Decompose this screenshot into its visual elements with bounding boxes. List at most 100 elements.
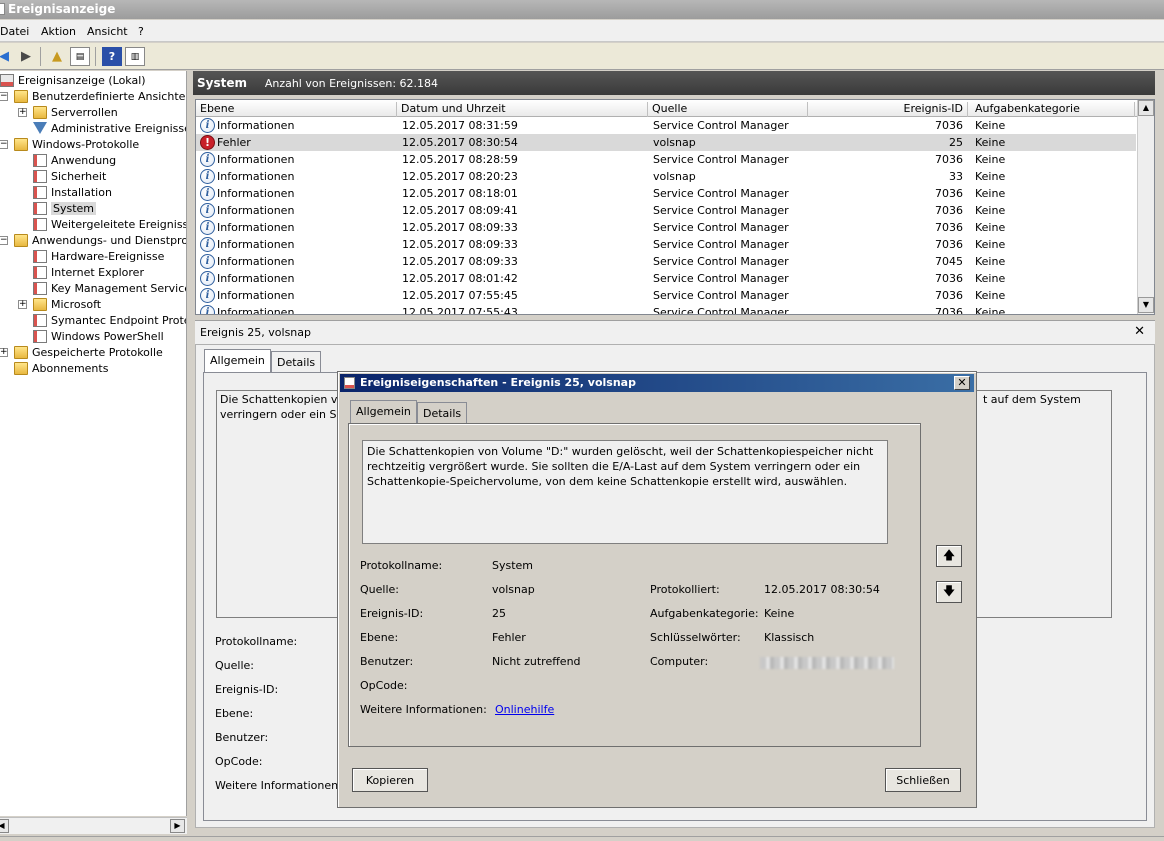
tree-windows-logs[interactable]: Windows-Protokolle (14, 136, 139, 152)
table-row[interactable]: i Informationen 12.05.2017 08:09:33 Service… (196, 236, 1136, 253)
log-icon (33, 217, 47, 231)
collapse-icon[interactable]: − (0, 236, 8, 245)
tree-label: Internet Explorer (51, 265, 144, 279)
tree-label: Serverrollen (51, 105, 118, 119)
cell-level: Informationen (217, 187, 295, 200)
cell-task-category: Keine (975, 238, 1006, 251)
online-help-link[interactable]: Onlinehilfe (495, 703, 554, 716)
value-log-name: System (492, 559, 534, 572)
cell-task-category: Keine (975, 289, 1006, 302)
tree-server-roles[interactable]: Serverrollen (33, 104, 118, 120)
info-icon: i (200, 254, 215, 269)
menu-datei[interactable]: Datei (0, 25, 29, 38)
cell-event-id: 7036 (935, 289, 963, 302)
show-hide-action-pane-icon[interactable]: ▥ (125, 47, 145, 66)
cell-level: Informationen (217, 170, 295, 183)
table-row[interactable]: i Informationen 12.05.2017 08:09:33 Service… (196, 253, 1136, 270)
expand-icon[interactable]: + (18, 300, 27, 309)
column-task-category[interactable]: Aufgabenkategorie (975, 102, 1135, 117)
table-row[interactable]: i Informationen 12.05.2017 07:55:45 Service… (196, 287, 1136, 304)
previous-event-button[interactable]: 🡅 (936, 545, 962, 567)
cell-datetime: 12.05.2017 08:18:01 (402, 187, 518, 200)
scroll-up-icon[interactable]: ▲ (1138, 100, 1154, 116)
dialog-tab-general[interactable]: Allgemein (350, 400, 417, 424)
close-icon[interactable]: ✕ (954, 376, 970, 390)
detail-description-right: t auf dem System (983, 393, 1081, 406)
tree-system[interactable]: System (33, 200, 97, 216)
table-row[interactable]: i Informationen 12.05.2017 08:09:33 Service… (196, 219, 1136, 236)
menu-help[interactable]: ? (138, 25, 144, 38)
console-tree: Ereignisanzeige (Lokal) − Benutzerdefini… (0, 71, 187, 816)
show-hide-tree-icon[interactable]: ▤ (70, 47, 90, 66)
event-list-scrollbar[interactable]: ▲ ▼ (1137, 100, 1154, 314)
cell-datetime: 12.05.2017 08:01:42 (402, 272, 518, 285)
table-row[interactable]: i Informationen 12.05.2017 08:01:42 Service… (196, 270, 1136, 287)
table-row[interactable]: ! Fehler 12.05.2017 08:30:54 volsnap 25 Keine (196, 134, 1136, 151)
tree-application[interactable]: Anwendung (33, 152, 116, 168)
tree-microsoft[interactable]: Microsoft (33, 296, 101, 312)
tree-horizontal-scrollbar[interactable]: ◀ ▶ (0, 817, 187, 834)
event-viewer-app-icon (0, 3, 5, 15)
detail-description-line2: verringern oder ein Sc (220, 408, 343, 421)
value-source: volsnap (492, 583, 535, 596)
collapse-icon[interactable]: − (0, 92, 8, 101)
tree-root[interactable]: Ereignisanzeige (Lokal) (0, 72, 146, 88)
close-button[interactable]: Schließen (885, 768, 961, 792)
tree-label: System (51, 201, 97, 215)
next-event-button[interactable]: 🡇 (936, 581, 962, 603)
back-icon[interactable]: ◀ (0, 47, 14, 66)
tree-symantec[interactable]: Symantec Endpoint Protecti (33, 312, 186, 328)
menu-ansicht[interactable]: Ansicht (87, 25, 128, 38)
tree-saved-logs[interactable]: Gespeicherte Protokolle (14, 344, 163, 360)
tree-hardware[interactable]: Hardware-Ereignisse (33, 248, 164, 264)
table-row[interactable]: i Informationen 12.05.2017 08:31:59 Service… (196, 117, 1136, 134)
tree-custom-views[interactable]: Benutzerdefinierte Ansichten (14, 88, 186, 104)
expand-icon[interactable]: + (0, 348, 8, 357)
table-row[interactable]: i Informationen 12.05.2017 08:18:01 Service… (196, 185, 1136, 202)
detail-tab-general[interactable]: Allgemein (204, 349, 271, 373)
up-folder-icon[interactable]: ▲ (47, 47, 67, 66)
column-source[interactable]: Quelle (652, 102, 808, 117)
scroll-right-icon[interactable]: ▶ (170, 819, 185, 833)
close-icon[interactable]: ✕ (1134, 324, 1145, 339)
collapse-icon[interactable]: − (0, 140, 8, 149)
detail-tab-details[interactable]: Details (271, 351, 322, 373)
tree-security[interactable]: Sicherheit (33, 168, 106, 184)
tree-subscriptions[interactable]: Abonnements (14, 360, 108, 376)
tree-powershell[interactable]: Windows PowerShell (33, 328, 164, 344)
info-icon: i (200, 118, 215, 133)
tree-forwarded[interactable]: Weitergeleitete Ereignisse (33, 216, 186, 232)
column-event-id[interactable]: Ereignis-ID (808, 102, 968, 117)
toolbar: ◀ ▶ ▲ ▤ ? ▥ (0, 43, 1164, 70)
tree-ie[interactable]: Internet Explorer (33, 264, 144, 280)
table-row[interactable]: i Informationen 12.05.2017 07:55:43 Service… (196, 304, 1136, 314)
forward-icon[interactable]: ▶ (16, 47, 36, 66)
help-icon[interactable]: ? (102, 47, 122, 66)
cell-task-category: Keine (975, 170, 1006, 183)
scroll-down-icon[interactable]: ▼ (1138, 297, 1154, 313)
tree-setup[interactable]: Installation (33, 184, 112, 200)
table-row[interactable]: i Informationen 12.05.2017 08:20:23 volsnap… (196, 168, 1136, 185)
column-level[interactable]: Ebene (200, 102, 397, 117)
tree-apps-services[interactable]: Anwendungs- und Dienstprotok (14, 232, 186, 248)
expand-icon[interactable]: + (18, 108, 27, 117)
table-row[interactable]: i Informationen 12.05.2017 08:09:41 Service… (196, 202, 1136, 219)
cell-event-id: 7036 (935, 119, 963, 132)
column-datetime[interactable]: Datum und Uhrzeit (401, 102, 648, 117)
tree-label: Windows PowerShell (51, 329, 164, 343)
dialog-tab-details[interactable]: Details (417, 402, 468, 424)
value-computer-redacted (760, 657, 894, 669)
tree-admin-events[interactable]: Administrative Ereignisse (33, 120, 186, 136)
value-logged: 12.05.2017 08:30:54 (764, 583, 880, 596)
copy-button[interactable]: Kopieren (352, 768, 428, 792)
menu-aktion[interactable]: Aktion (41, 25, 76, 38)
detail-description-line1: Die Schattenkopien vo (220, 393, 345, 406)
tree-kms[interactable]: Key Management Service (33, 280, 186, 296)
event-detail-title: Ereignis 25, volsnap (200, 326, 312, 339)
cell-datetime: 12.05.2017 08:09:33 (402, 221, 518, 234)
table-row[interactable]: i Informationen 12.05.2017 08:28:59 Service… (196, 151, 1136, 168)
tree-root-label: Ereignisanzeige (Lokal) (18, 73, 146, 87)
folder-icon (14, 233, 28, 247)
scroll-left-icon[interactable]: ◀ (0, 819, 9, 833)
status-bar (0, 836, 1164, 841)
